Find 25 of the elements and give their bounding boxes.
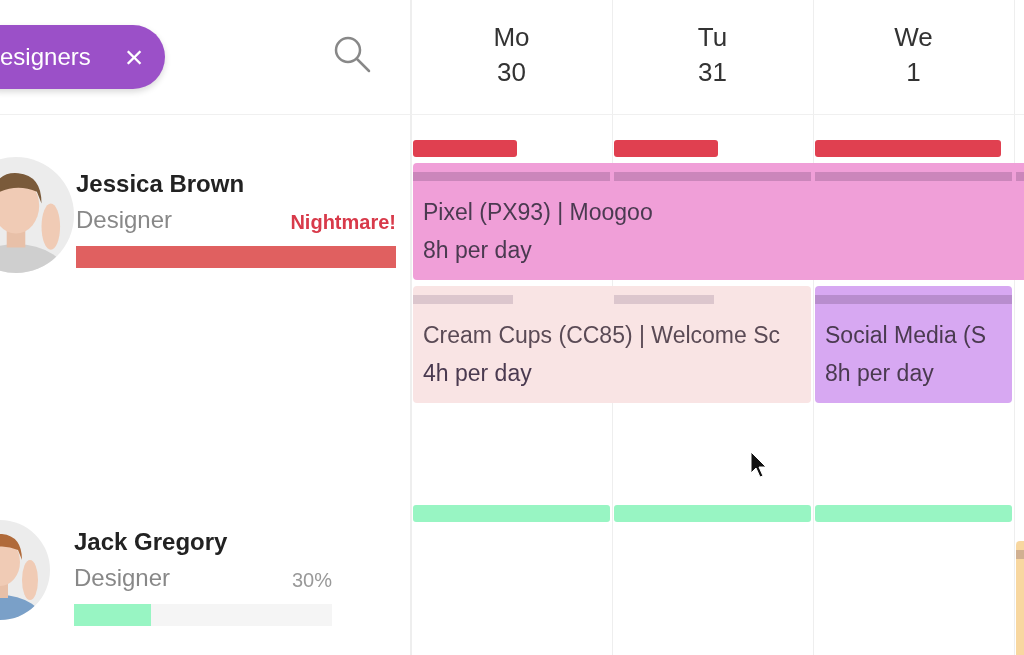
booking-block[interactable]: Cream Cups (CC85) | Welcome Sc 4h per day: [413, 286, 811, 403]
date-label: 30: [497, 56, 526, 89]
close-icon[interactable]: ×: [124, 41, 144, 73]
search-icon[interactable]: [332, 34, 372, 74]
cursor-icon: [750, 451, 768, 479]
booking-block[interactable]: Pixel (PX93) | Moogoo 8h per day: [413, 163, 1024, 280]
weekday-label: Mo: [493, 21, 530, 54]
person-role: Designer: [76, 206, 173, 234]
booking-title: Pixel (PX93) | Moogoo: [423, 198, 653, 227]
booking-block[interactable]: Social Media (S 8h per day: [815, 286, 1012, 403]
booking-hours: 8h per day: [423, 236, 532, 265]
person-name: Jack Gregory: [74, 528, 229, 556]
filter-chip[interactable]: esigners ×: [0, 25, 166, 89]
person-name: Jessica Brown: [76, 170, 246, 198]
weekday-label: Tu: [697, 21, 728, 54]
person-role: Designer: [74, 564, 171, 592]
booking-title: Social Media (S: [825, 321, 987, 350]
weekday-label: We: [894, 21, 933, 54]
utilization-label: 30%: [291, 569, 332, 592]
booking-hours: 4h per day: [423, 359, 532, 388]
booking-title: Cream Cups (CC85) | Welcome Sc: [423, 321, 781, 350]
date-label: 31: [698, 56, 727, 89]
date-label: 1: [906, 56, 921, 89]
booking-hours: 8h per day: [825, 359, 934, 388]
utilization-label: Nightmare!: [290, 211, 396, 234]
